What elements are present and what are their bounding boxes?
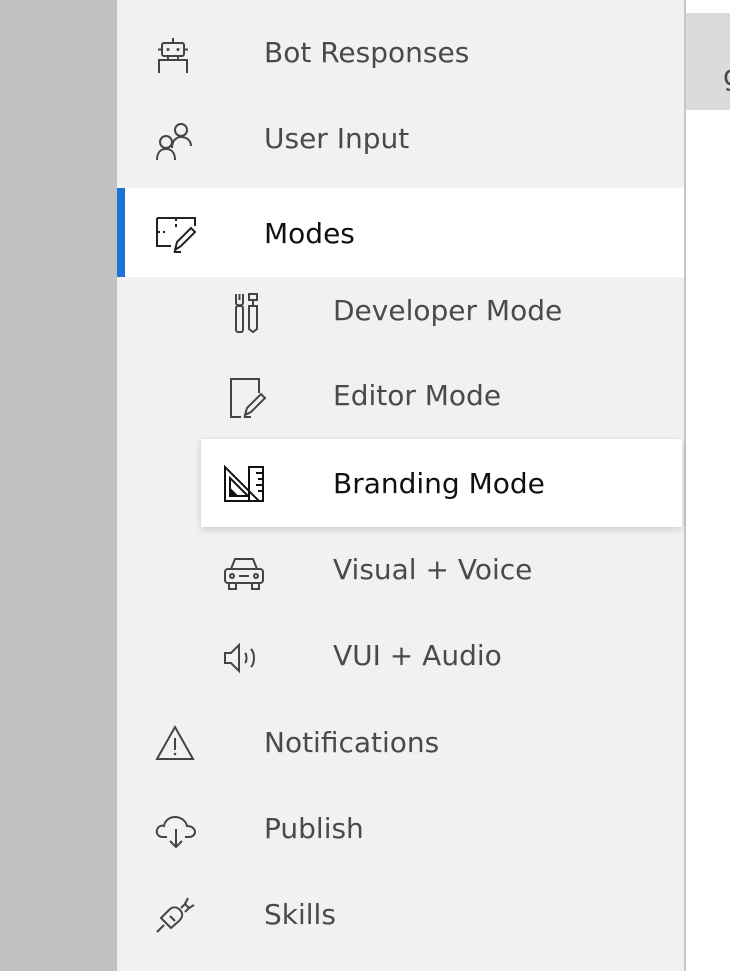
design-ideas-icon [155, 216, 197, 258]
developer-tools-icon [233, 293, 259, 337]
nav-item-publish[interactable]: Publish [117, 786, 684, 872]
content-header-text: g [723, 59, 730, 92]
content-header: g [686, 13, 730, 110]
left-gutter [0, 0, 117, 971]
nav-item-bot-responses[interactable]: Bot Responses [117, 10, 684, 96]
nav-item-label: Visual + Voice [333, 553, 533, 586]
nav-item-modes[interactable]: Modes [117, 188, 684, 277]
nav-item-label: VUI + Audio [333, 639, 502, 672]
ruler-design-icon [223, 464, 265, 507]
plug-connection-icon [155, 894, 195, 938]
nav-item-branding-mode[interactable]: Branding Mode [201, 439, 682, 527]
nav-item-editor-mode[interactable]: Editor Mode [201, 351, 682, 439]
bot-icon [155, 37, 191, 79]
nav-item-notifications[interactable]: Notifications [117, 700, 684, 786]
nav-item-label: User Input [264, 122, 410, 155]
nav-item-label: Editor Mode [333, 379, 502, 412]
nav-item-skills[interactable]: Skills [117, 872, 684, 958]
selected-indicator [117, 188, 125, 277]
nav-item-label: Skills [264, 898, 336, 931]
nav-item-user-input[interactable]: User Input [117, 96, 684, 182]
users-icon [155, 122, 193, 166]
nav-item-visual-voice[interactable]: Visual + Voice [201, 527, 682, 613]
speaker-volume-icon [223, 642, 261, 677]
cloud-download-icon [155, 815, 197, 853]
car-icon [223, 555, 265, 595]
nav-item-label: Publish [264, 812, 364, 845]
nav-item-label: Branding Mode [333, 467, 545, 500]
nav-item-label: Modes [264, 217, 355, 250]
nav-item-label: Notifications [264, 726, 440, 759]
edit-note-icon [229, 377, 269, 423]
nav-item-developer-mode[interactable]: Developer Mode [201, 277, 682, 351]
content-area: g [686, 0, 730, 971]
nav-item-label: Bot Responses [264, 36, 470, 69]
nav-item-label: Developer Mode [333, 294, 563, 327]
nav-item-vui-audio[interactable]: VUI + Audio [201, 613, 682, 700]
warning-icon [155, 724, 195, 765]
